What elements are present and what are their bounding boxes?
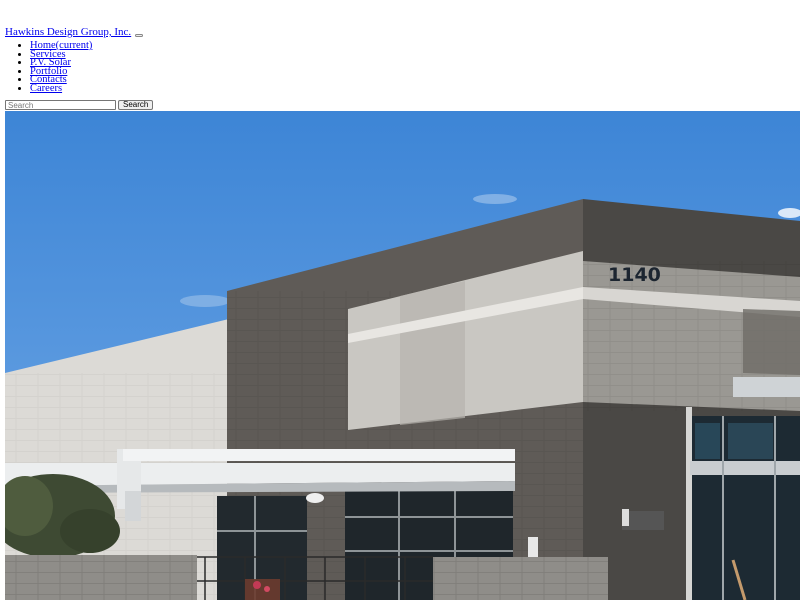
building-photo: 1140 — [5, 111, 800, 600]
navbar-header: Hawkins Design Group, Inc. — [5, 25, 144, 39]
nav-item-careers: Careers — [30, 83, 92, 94]
nav-link-careers[interactable]: Careers — [30, 83, 62, 94]
cloud — [473, 194, 517, 204]
brand-link[interactable]: Hawkins Design Group, Inc. — [5, 26, 131, 38]
search-button[interactable]: Search — [118, 100, 154, 110]
navbar-toggle-button[interactable] — [135, 33, 144, 37]
hero-image: 1140 — [5, 111, 800, 600]
building-number: 1140 — [608, 264, 661, 286]
main-nav: Home(current) Services P.V. Solar Portfo… — [0, 40, 92, 94]
tower-awning — [733, 377, 800, 397]
cloud — [180, 295, 230, 307]
search-form: Search — [5, 100, 154, 110]
search-input[interactable] — [5, 100, 116, 110]
